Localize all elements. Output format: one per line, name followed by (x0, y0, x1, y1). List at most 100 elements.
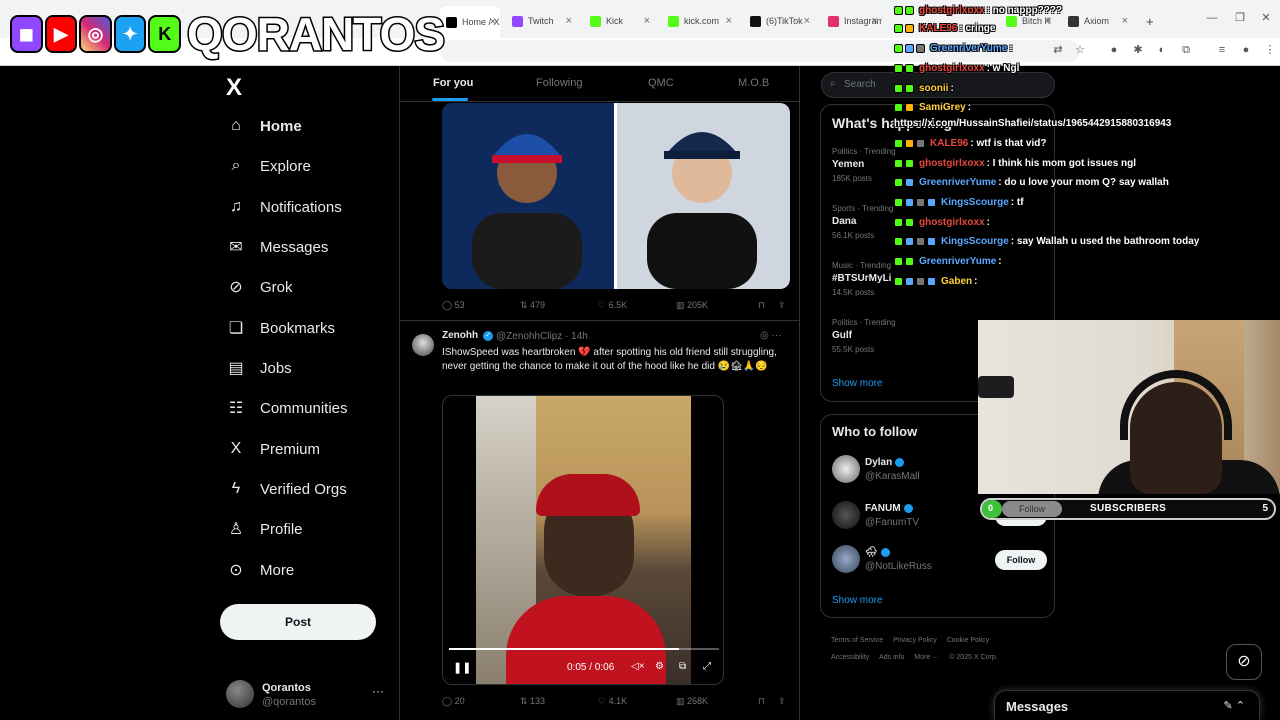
webcam-overlay-mic (978, 376, 1014, 398)
who-to-follow-item[interactable]: 🌧 @NotLikeRuss Follow (832, 545, 1047, 577)
avatar[interactable] (412, 334, 434, 356)
pause-icon[interactable]: ❚❚ (453, 661, 471, 674)
post-button[interactable]: Post (220, 604, 376, 640)
sub-follow-button: Follow (1002, 501, 1062, 517)
video-player[interactable]: ❚❚ 0:05 / 0:06 ◁× ⚙ ⧉ ⤢ (442, 395, 724, 685)
nav-item-premium[interactable]: X Premium (226, 434, 320, 464)
footer-link[interactable]: Terms of Service (831, 637, 883, 644)
bookmark-icon[interactable]: ⊓ (758, 696, 765, 707)
chat-badge-icon (905, 63, 914, 73)
account-switcher[interactable]: Qorantos @qorantos ··· (226, 678, 386, 712)
show-more-link[interactable]: Show more (832, 378, 883, 389)
nav-item-label: Messages (260, 238, 329, 256)
footer-link[interactable]: Ads info (879, 654, 904, 661)
nav-item-jobs[interactable]: ▤ Jobs (226, 353, 291, 383)
messages-dock[interactable]: Messages ✎ ⌃ (994, 690, 1260, 720)
browser-tab[interactable]: Twitch × (506, 8, 576, 34)
nav-item-verified-orgs[interactable]: ϟ Verified Orgs (226, 474, 347, 504)
bookmark-icon[interactable]: ⊓ (758, 300, 765, 311)
like-button[interactable]: ♡ 4.1K (598, 696, 627, 707)
grok-icon[interactable]: ⊘ (1226, 644, 1262, 680)
profile-handle: @qorantos (262, 696, 316, 708)
tweet-text: IShowSpeed was heartbroken 💔 after spott… (442, 347, 777, 372)
close-tab-icon[interactable]: × (644, 15, 650, 27)
repost-button[interactable]: ⇅ 133 (520, 696, 545, 707)
fullscreen-icon[interactable]: ⤢ (703, 661, 711, 672)
reply-button[interactable]: ◯ 20 (442, 696, 465, 707)
browser-tab[interactable]: Instagram × (822, 8, 882, 34)
avatar[interactable] (832, 455, 860, 483)
video-progress[interactable] (449, 648, 719, 650)
nav-item-notifications[interactable]: ♫ Notifications (226, 192, 342, 222)
nav-item-home[interactable]: ⌂ Home (226, 111, 302, 141)
chat-badge-icon (905, 177, 914, 187)
follow-name: Dylan (865, 457, 905, 468)
close-tab-icon[interactable]: × (566, 15, 572, 27)
more-icon[interactable]: ··· (372, 684, 384, 698)
nav-item-grok[interactable]: ⊘ Grok (226, 272, 293, 302)
youtube-icon: ▶ (44, 15, 78, 53)
nav-item-messages[interactable]: ✉ Messages (226, 232, 328, 262)
browser-tab[interactable]: kick.com × (662, 8, 736, 34)
repost-button[interactable]: ⇅ 479 (520, 300, 545, 311)
sub-goal-label: SUBSCRIBERS (1090, 503, 1167, 514)
more-icon[interactable]: ◎ ··· (760, 330, 782, 341)
mute-icon[interactable]: ◁× (631, 661, 645, 672)
pip-icon[interactable]: ⧉ (679, 661, 686, 672)
chat-message: ghostgirlxoxx : w Ngl (894, 60, 1019, 76)
close-tab-icon[interactable]: × (872, 15, 878, 27)
tweet-author[interactable]: Zenohh (442, 330, 478, 341)
like-button[interactable]: ♡ 6.5K (598, 300, 627, 311)
chat-username: GreenriverYume (919, 255, 997, 267)
chat-username: ghostgirlxoxx (919, 4, 985, 16)
reply-button[interactable]: ◯ 53 (442, 300, 465, 311)
close-tab-icon[interactable]: × (490, 16, 496, 28)
browser-tab[interactable]: Home / X × (440, 6, 500, 38)
nav-item-more[interactable]: ⊙ More (226, 555, 294, 585)
nav-item-label: Home (260, 117, 302, 135)
footer-link[interactable]: © 2025 X Corp. (949, 654, 997, 661)
footer-link[interactable]: Privacy Policy (893, 637, 937, 644)
chat-text: : wtf is that vid? (970, 137, 1047, 149)
share-icon[interactable]: ⇪ (778, 696, 786, 707)
views-button[interactable]: ▥ 205K (676, 300, 708, 311)
chat-badge-icon (894, 23, 903, 33)
chat-text: : (967, 101, 972, 113)
tweet-actions: ◯ 53 ⇅ 479 ♡ 6.5K ▥ 205K ⊓ ⇪ (442, 298, 792, 314)
x-logo[interactable]: X (226, 74, 242, 102)
chat-username: KALE96 (919, 22, 958, 34)
share-icon[interactable]: ⇪ (778, 300, 786, 311)
settings-icon[interactable]: ⚙ (655, 661, 664, 672)
verified-icon (903, 503, 913, 513)
show-more-link[interactable]: Show more (832, 595, 883, 606)
tab-mob[interactable]: M.O.B (738, 77, 769, 89)
browser-tab[interactable]: (6)TikTok × (744, 8, 814, 34)
tweet-handle[interactable]: @ZenohhClipz · 14h (496, 331, 588, 342)
chat-badge-icon (894, 5, 903, 15)
tab-qmc[interactable]: QMC (648, 77, 674, 89)
chat-badge-icon (894, 217, 903, 227)
close-tab-icon[interactable]: × (726, 15, 732, 27)
tweet-image[interactable] (442, 103, 790, 289)
nav-item-profile[interactable]: ♙ Profile (226, 514, 303, 544)
dock-actions-icon[interactable]: ✎ ⌃ (1224, 699, 1246, 712)
feed-tabs: For you Following QMC M.O.B (400, 66, 800, 102)
tab-for-you[interactable]: For you (433, 77, 473, 89)
footer-link[interactable]: Accessibility (831, 654, 869, 661)
nav-item-label: Grok (260, 278, 293, 296)
avatar[interactable] (832, 545, 860, 573)
nav-item-communities[interactable]: ☷ Communities (226, 393, 348, 423)
nav-item-explore[interactable]: ⌕ Explore (226, 151, 311, 181)
follow-button[interactable]: Follow (995, 550, 1047, 570)
twitch-icon: ◼ (10, 15, 43, 53)
browser-tab[interactable]: Kick × (584, 8, 654, 34)
tab-following[interactable]: Following (536, 77, 582, 89)
nav-item-bookmarks[interactable]: ❏ Bookmarks (226, 313, 335, 343)
tweet-actions: ◯ 20 ⇅ 133 ♡ 4.1K ▥ 268K ⊓ ⇪ (442, 694, 792, 710)
avatar[interactable] (832, 501, 860, 529)
footer-link[interactable]: More ··· (914, 654, 939, 661)
footer-link[interactable]: Cookie Policy (947, 637, 989, 644)
chat-username: GreenriverYume (919, 176, 997, 188)
views-button[interactable]: ▥ 268K (676, 696, 708, 707)
close-tab-icon[interactable]: × (804, 15, 810, 27)
